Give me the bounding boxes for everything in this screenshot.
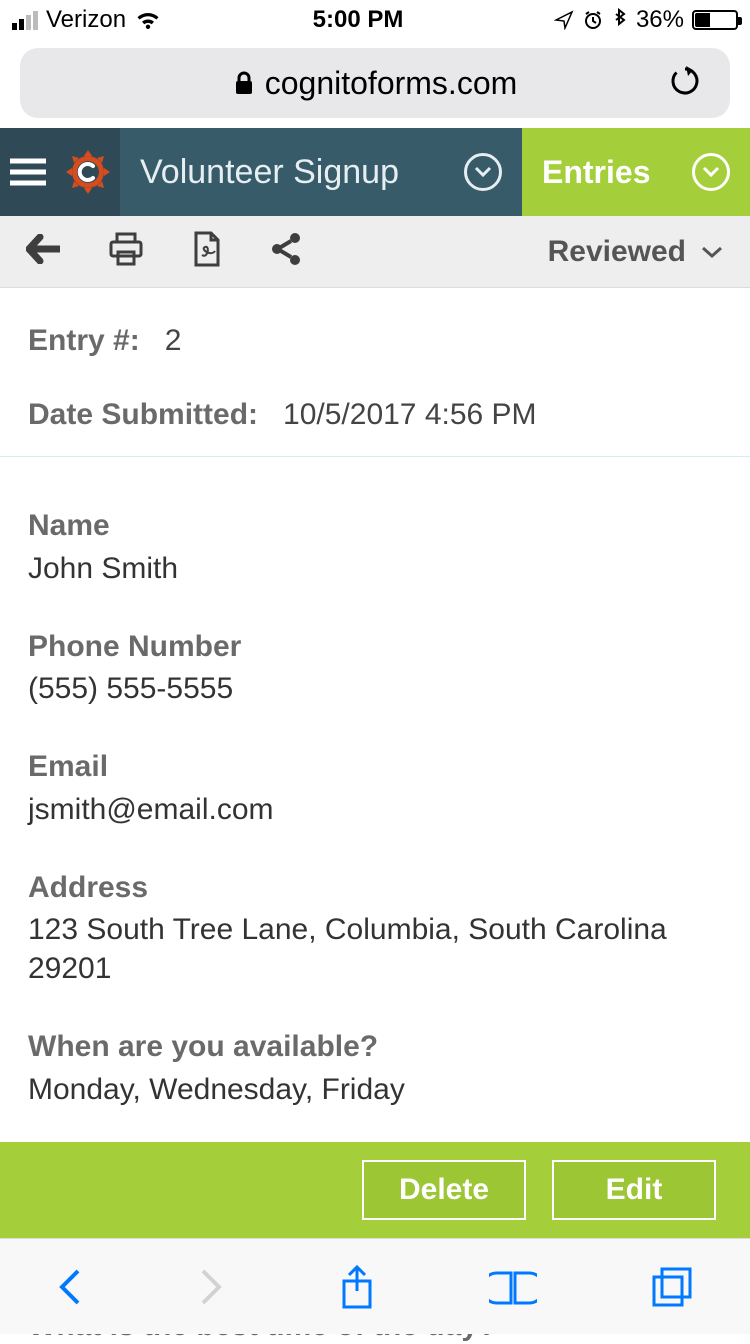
- field-label: When are you available?: [28, 1028, 722, 1066]
- field-address: Address 123 South Tree Lane, Columbia, S…: [28, 869, 722, 989]
- toolbar-left: [26, 231, 302, 272]
- chevron-down-icon: [700, 245, 724, 259]
- browser-forward-button: [197, 1265, 225, 1309]
- print-button[interactable]: [108, 232, 144, 271]
- field-email: Email jsmith@email.com: [28, 748, 722, 829]
- field-availability: When are you available? Monday, Wednesda…: [28, 1028, 722, 1109]
- alarm-icon: [582, 9, 604, 31]
- field-value: 123 South Tree Lane, Columbia, South Car…: [28, 910, 722, 988]
- field-value: Monday, Wednesday, Friday: [28, 1070, 722, 1109]
- status-dropdown[interactable]: Reviewed: [548, 235, 724, 269]
- form-name-label: Volunteer Signup: [140, 153, 399, 192]
- entry-number-value: 2: [165, 324, 182, 357]
- browser-tabs-button[interactable]: [650, 1265, 694, 1309]
- status-left: Verizon: [12, 6, 162, 34]
- ios-status-bar: Verizon 5:00 PM 36%: [0, 0, 750, 40]
- entry-toolbar: Reviewed: [0, 216, 750, 288]
- status-right: 36%: [554, 6, 738, 34]
- field-value: jsmith@email.com: [28, 790, 722, 829]
- status-label: Reviewed: [548, 235, 686, 269]
- edit-label: Edit: [606, 1173, 663, 1207]
- field-label: Address: [28, 869, 722, 907]
- delete-button[interactable]: Delete: [362, 1160, 526, 1220]
- gear-icon: [64, 148, 112, 196]
- signal-icon: [12, 11, 38, 30]
- date-submitted-row: Date Submitted: 10/5/2017 4:56 PM: [0, 398, 750, 457]
- date-submitted-label: Date Submitted:: [28, 398, 258, 431]
- entries-label: Entries: [542, 154, 650, 191]
- app-logo[interactable]: [55, 128, 120, 216]
- pdf-button[interactable]: [192, 231, 222, 272]
- delete-label: Delete: [399, 1173, 489, 1207]
- carrier-label: Verizon: [46, 6, 126, 34]
- location-icon: [554, 10, 574, 30]
- date-submitted-value: 10/5/2017 4:56 PM: [283, 398, 537, 431]
- edit-button[interactable]: Edit: [552, 1160, 716, 1220]
- entry-number-row: Entry #: 2: [0, 324, 750, 358]
- field-phone: Phone Number (555) 555-5555: [28, 628, 722, 709]
- browser-bookmarks-button[interactable]: [489, 1267, 537, 1307]
- reload-button[interactable]: [668, 64, 702, 103]
- chevron-down-icon: [464, 153, 502, 191]
- hamburger-menu-button[interactable]: [0, 128, 55, 216]
- url-display: cognitoforms.com: [233, 65, 518, 102]
- entry-number-label: Entry #:: [28, 324, 140, 357]
- chevron-down-icon: [692, 153, 730, 191]
- form-name-dropdown[interactable]: Volunteer Signup: [120, 128, 522, 216]
- browser-share-button[interactable]: [337, 1263, 377, 1311]
- field-label: Phone Number: [28, 628, 722, 666]
- back-button[interactable]: [26, 234, 60, 269]
- status-time: 5:00 PM: [313, 6, 404, 34]
- field-name: Name John Smith: [28, 507, 722, 588]
- lock-icon: [233, 70, 255, 96]
- safari-bottom-bar: [0, 1238, 750, 1334]
- app-header: Volunteer Signup Entries: [0, 128, 750, 216]
- entries-dropdown[interactable]: Entries: [522, 128, 750, 216]
- battery-icon: [692, 10, 738, 30]
- entry-action-bar: Delete Edit: [0, 1142, 750, 1238]
- bluetooth-icon: [612, 8, 628, 32]
- wifi-icon: [134, 9, 162, 31]
- battery-pct: 36%: [636, 6, 684, 34]
- field-value: John Smith: [28, 549, 722, 588]
- browser-back-button[interactable]: [56, 1265, 84, 1309]
- field-label: Email: [28, 748, 722, 786]
- field-value: (555) 555-5555: [28, 669, 722, 708]
- field-label: Name: [28, 507, 722, 545]
- url-text: cognitoforms.com: [265, 65, 518, 102]
- browser-url-bar[interactable]: cognitoforms.com: [20, 48, 730, 118]
- share-button[interactable]: [270, 232, 302, 271]
